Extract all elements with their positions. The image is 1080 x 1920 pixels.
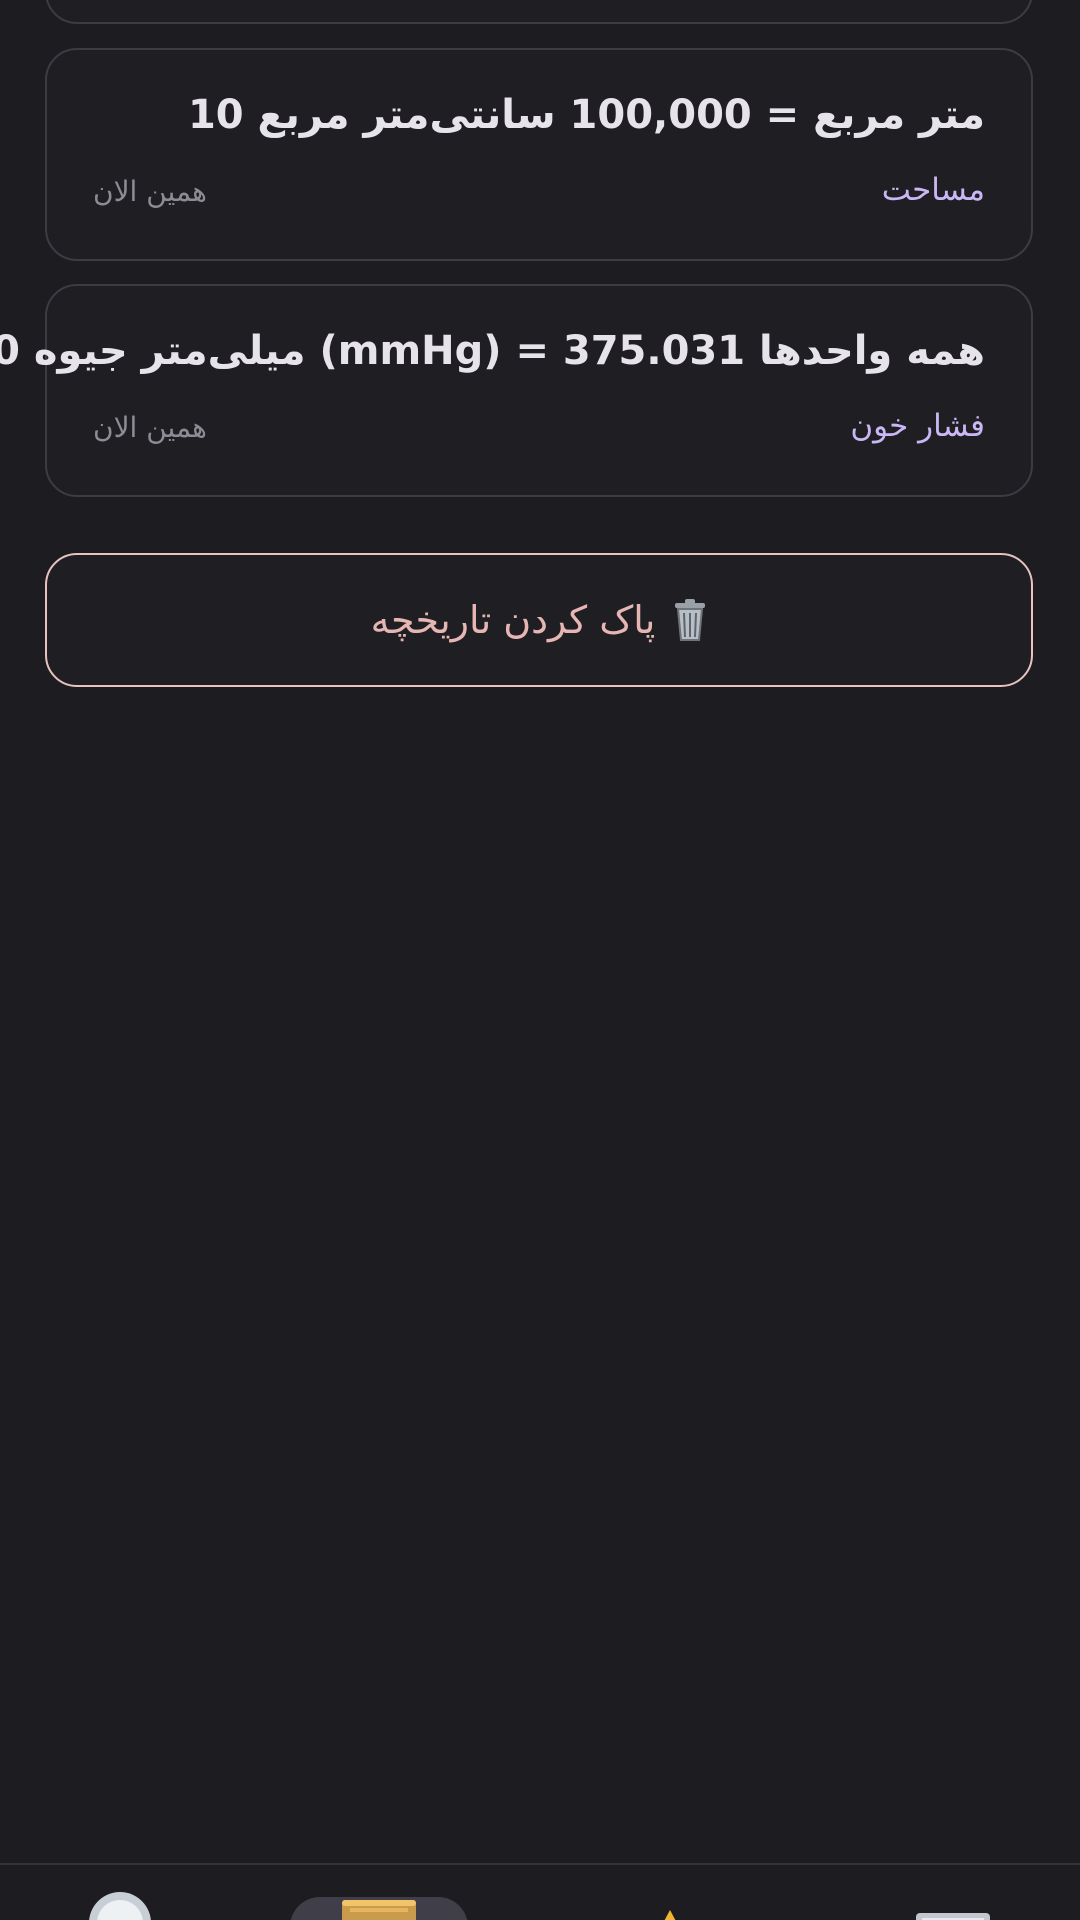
star-icon <box>620 1907 720 1920</box>
clear-history-label: پاک کردن تاریخچه <box>370 598 656 642</box>
conversion-expression: همه واحدها 375.031 = (mmHg) میلی‌متر جیو… <box>0 328 985 374</box>
history-card-partial[interactable] <box>45 0 1033 24</box>
conversion-category: مساحت <box>881 172 985 208</box>
bottom-navigation <box>0 1863 1080 1920</box>
conversion-time: همین الان <box>93 175 207 208</box>
conversion-expression: متر مربع = 100,000 سانتی‌متر مربع 10 <box>187 92 985 138</box>
history-card[interactable]: متر مربع = 100,000 سانتی‌متر مربع 10 مسا… <box>45 48 1033 261</box>
clear-history-button[interactable]: پاک کردن تاریخچه <box>45 553 1033 687</box>
nav-item-clock[interactable] <box>70 1865 170 1920</box>
conversion-time: همین الان <box>93 411 207 444</box>
calculator-icon <box>900 1907 1000 1920</box>
nav-item-favorites[interactable] <box>620 1865 720 1920</box>
trash-icon <box>673 598 707 642</box>
conversion-category: فشار خون <box>850 408 985 444</box>
nav-item-history[interactable] <box>290 1865 468 1920</box>
history-screen: متر مربع = 100,000 سانتی‌متر مربع 10 مسا… <box>0 0 1080 1920</box>
history-card[interactable]: همه واحدها 375.031 = (mmHg) میلی‌متر جیو… <box>0 284 1033 497</box>
clock-icon <box>70 1892 170 1920</box>
nav-item-calculator[interactable] <box>900 1865 1000 1920</box>
